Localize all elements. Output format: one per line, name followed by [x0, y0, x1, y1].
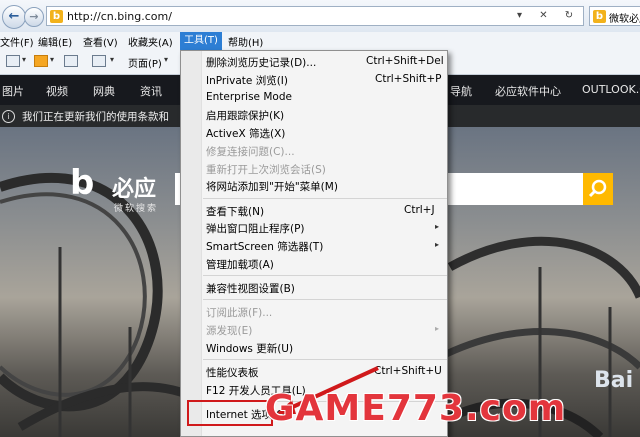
menu-item-add-to-start[interactable]: 将网站添加到"开始"菜单(M) — [206, 179, 338, 194]
submenu-arrow-icon: ▸ — [435, 324, 440, 333]
nav-news[interactable]: 资讯 — [140, 83, 162, 99]
forward-button[interactable]: → — [24, 7, 44, 27]
home-dropdown-icon[interactable]: ▾ — [22, 55, 26, 64]
menu-item-feed-discovery: 源发现(E) — [206, 325, 253, 337]
menu-item-manage-addons[interactable]: 管理加载项(A) — [206, 257, 274, 272]
menu-separator — [203, 275, 447, 276]
address-tools[interactable]: ▾ ✕ ↻ — [517, 10, 580, 21]
nav-navigation[interactable]: 导航 — [450, 83, 472, 99]
highlight-box — [187, 400, 273, 426]
browser-tab[interactable]: b 微软必应 — [589, 6, 640, 26]
url-text: http://cn.bing.com/ — [67, 10, 172, 23]
nav-videos[interactable]: 视频 — [46, 83, 68, 99]
nav-dictionary[interactable]: 网典 — [93, 83, 115, 99]
bing-logo-icon: b — [70, 163, 95, 203]
menu-item-enterprise-mode[interactable]: Enterprise Mode — [206, 91, 292, 103]
print-dropdown-icon[interactable]: ▾ — [110, 55, 114, 64]
address-bar: ← → b http://cn.bing.com/ ▾ ✕ ↻ b 微软必应 — [0, 0, 640, 33]
info-icon: i — [2, 110, 15, 123]
watermark: GAME773.com — [265, 388, 567, 429]
menu-view[interactable]: 查看(V) — [83, 34, 118, 49]
url-input[interactable]: b http://cn.bing.com/ ▾ ✕ ↻ — [46, 6, 584, 26]
menu-item-smartscreen[interactable]: SmartScreen 筛选器(T) — [206, 239, 323, 254]
menu-item-fix-connection: 修复连接问题(C)... — [206, 146, 295, 158]
menu-bar: 文件(F) 编辑(E) 查看(V) 收藏夹(A) 帮助(H) — [0, 32, 640, 51]
shortcut-view-downloads: Ctrl+J — [404, 204, 435, 216]
menu-item-tracking-protection[interactable]: 启用跟踪保护(K) — [206, 108, 284, 123]
submenu-arrow-icon: ▸ — [435, 240, 440, 249]
menu-item-reopen-session: 重新打开上次浏览会话(S) — [206, 164, 326, 176]
feeds-dropdown-icon[interactable]: ▾ — [50, 55, 54, 64]
nav-images[interactable]: 图片 — [2, 83, 24, 99]
menu-item-windows-update[interactable]: Windows 更新(U) — [206, 341, 293, 356]
shortcut-inprivate: Ctrl+Shift+P — [375, 73, 442, 85]
nav-outlook[interactable]: OUTLOOK.CO — [582, 83, 640, 96]
menu-edit[interactable]: 编辑(E) — [38, 34, 72, 49]
mail-icon[interactable] — [64, 55, 78, 67]
menu-item-performance-dashboard[interactable]: 性能仪表板 — [206, 365, 259, 380]
search-icon — [588, 179, 607, 198]
page-dropdown-icon[interactable]: ▾ — [164, 55, 168, 64]
menu-item-delete-history[interactable]: 删除浏览历史记录(D)... — [206, 55, 316, 70]
shortcut-delete-history: Ctrl+Shift+Del — [366, 55, 444, 67]
menu-help[interactable]: 帮助(H) — [228, 34, 263, 49]
back-arrow-icon: ← — [8, 9, 20, 24]
bing-favicon-icon: b — [50, 10, 63, 23]
submenu-arrow-icon: ▸ — [435, 222, 440, 231]
menu-item-activex-filter[interactable]: ActiveX 筛选(X) — [206, 126, 285, 141]
feeds-icon[interactable] — [34, 55, 48, 67]
menu-item-popup-blocker[interactable]: 弹出窗口阻止程序(P) — [206, 221, 305, 236]
forward-arrow-icon: → — [29, 10, 39, 23]
menu-item-inprivate[interactable]: InPrivate 浏览(I) — [206, 73, 288, 88]
menu-favorites[interactable]: 收藏夹(A) — [128, 34, 173, 49]
menu-gutter — [181, 51, 202, 436]
notice-text[interactable]: 我们正在更新我们的使用条款和 — [22, 109, 169, 124]
corner-logo: Bai — [594, 368, 634, 393]
menu-item-compat-view[interactable]: 兼容性视图设置(B) — [206, 281, 295, 296]
menu-separator — [203, 299, 447, 300]
bing-name: 必应 — [112, 177, 157, 202]
home-icon[interactable] — [6, 55, 20, 67]
bing-subtitle: 微软搜索 — [114, 204, 159, 214]
menu-file[interactable]: 文件(F) — [0, 34, 34, 49]
menu-item-view-downloads[interactable]: 查看下载(N) — [206, 204, 264, 219]
tab-favicon-icon: b — [593, 10, 606, 23]
nav-software-center[interactable]: 必应软件中心 — [495, 83, 561, 99]
search-button[interactable] — [583, 173, 613, 205]
menu-separator — [203, 198, 447, 199]
back-button[interactable]: ← — [2, 5, 26, 29]
page-menu-button[interactable]: 页面(P) — [128, 55, 162, 70]
print-icon[interactable] — [92, 55, 106, 67]
menu-tools[interactable]: 工具(T) — [180, 32, 222, 50]
menu-item-subscribe-feed: 订阅此源(F)... — [206, 307, 273, 319]
tab-title: 微软必应 — [609, 14, 640, 25]
